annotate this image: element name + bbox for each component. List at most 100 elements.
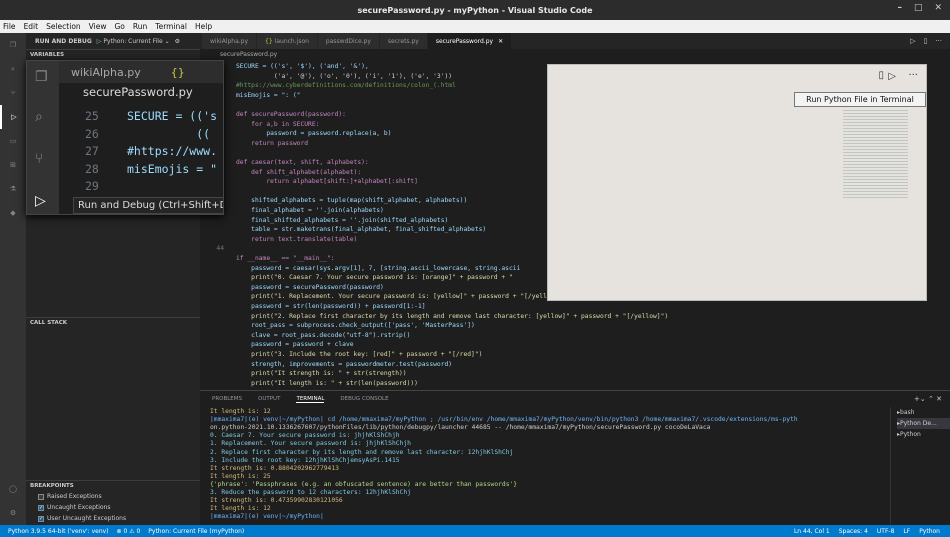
menu-selection[interactable]: Selection (46, 22, 81, 31)
explorer-icon[interactable]: ❐ (0, 33, 26, 57)
checkbox[interactable]: ✓ (38, 504, 44, 511)
zoom-line-number: 25 (85, 109, 99, 123)
tab-label: passwdDice.py (325, 37, 371, 45)
terminal-bash[interactable]: ▸ bash (897, 407, 950, 418)
terminal-line: It length is: 25 (210, 472, 271, 480)
tab-securepassword[interactable]: securePassword.py ✕ (427, 33, 513, 49)
breakpoints-section[interactable]: BREAKPOINTS (26, 480, 200, 491)
run-debug-icon[interactable]: ▷ (0, 105, 26, 129)
debug-config-select[interactable]: Python: Current File (103, 38, 162, 45)
zoom-inset: wikiAlpha.py{} securePassword.py 25 SECUR… (26, 60, 224, 215)
close-icon[interactable]: ✕ (498, 38, 503, 45)
variables-section[interactable]: VARIABLES (26, 49, 200, 60)
status-encoding[interactable]: UTF-8 (877, 528, 895, 535)
tab-wikialpha[interactable]: wikiAlpha.py (202, 33, 258, 49)
terminal-line: It strength is: 0.8804202962779413 (210, 464, 339, 472)
code-line: shifted_alphabets = tuple(map(shift_alph… (236, 197, 468, 205)
search-icon[interactable]: ⌕ (0, 57, 26, 81)
bp-raised-exceptions[interactable]: Raised Exceptions (26, 491, 200, 502)
code-line: print("1. Replacement. Your secure passw… (236, 293, 566, 301)
start-debug-icon[interactable]: ▷ (97, 38, 102, 45)
tab-passwddice[interactable]: passwdDice.py (317, 33, 380, 49)
minimize-icon[interactable]: – (897, 3, 902, 13)
terminal-line: 3. Include the root key: 12hjhKlShChjems… (210, 456, 400, 464)
terminal-name: bash (900, 409, 915, 416)
tab-problems[interactable]: PROBLEMS (212, 396, 242, 402)
menu-help[interactable]: Help (195, 22, 212, 31)
close-panel-icon[interactable]: ✕ (936, 395, 942, 403)
call-stack-section[interactable]: CALL STACK (26, 317, 200, 328)
testing-icon[interactable]: ⚗ (0, 177, 26, 201)
zoom-line-number: 27 (85, 144, 99, 158)
code-line: print("It length is: " + str(len(passwor… (236, 379, 418, 387)
tab-terminal[interactable]: TERMINAL (296, 396, 325, 403)
code-line: def shift_alphabet(alphabet): (236, 168, 362, 176)
chevron-down-icon[interactable]: ⌄ (165, 38, 170, 45)
line-number: 44 (216, 245, 224, 253)
docker-icon[interactable]: ◆ (0, 201, 26, 225)
source-control-icon[interactable]: ⑂ (0, 81, 26, 105)
split-editor-icon[interactable]: ▯ (923, 37, 927, 45)
run-python-tooltip: Run Python File in Terminal (794, 92, 926, 107)
status-indent[interactable]: Spaces: 4 (839, 528, 868, 535)
debug-toolbar: RUN AND DEBUG ▷ Python: Current File ⌄ ⚙ (26, 33, 200, 49)
gear-icon[interactable]: ⚙ (175, 38, 180, 45)
run-icon[interactable]: ▷ (888, 71, 896, 82)
status-eol[interactable]: LF (903, 528, 910, 535)
account-icon[interactable]: ◯ (0, 477, 26, 501)
split-editor-icon[interactable]: ▯ (878, 70, 884, 81)
terminal-python[interactable]: ▸ Python (897, 429, 950, 440)
menu-edit[interactable]: Edit (24, 22, 39, 31)
code-line: return password (236, 139, 309, 147)
add-terminal-icon[interactable]: +⌄ (914, 395, 926, 403)
status-debug-config[interactable]: Python: Current File (myPython) (148, 528, 244, 535)
more-icon[interactable]: ··· (935, 37, 942, 45)
tab-output[interactable]: OUTPUT (258, 396, 280, 402)
window-title: securePassword.py - myPython - Visual St… (357, 5, 593, 15)
tab-debug-console[interactable]: DEBUG CONSOLE (340, 396, 388, 402)
code-line: final_shifted_alphabets = ''.join(shifte… (236, 216, 449, 224)
terminal-line: It length is: 12 (210, 408, 271, 415)
call-stack-label: CALL STACK (30, 320, 68, 326)
zoom-code-text: misEmojis = " (127, 161, 218, 176)
tab-launch[interactable]: {} launch.json (257, 33, 318, 49)
json-icon: {} (265, 37, 273, 45)
code-line: password = securePassword(password) (236, 283, 384, 291)
menu-run[interactable]: Run (133, 22, 147, 31)
run-icon[interactable]: ▷ (910, 37, 915, 45)
status-cursor[interactable]: Ln 44, Col 1 (794, 528, 830, 535)
code-line: return text.translate(table) (236, 235, 358, 243)
breakpoints-label: BREAKPOINTS (30, 483, 74, 489)
status-language[interactable]: Python (919, 528, 940, 535)
status-problems[interactable]: ⊗ 0 ⚠ 0 (117, 528, 141, 535)
terminal-line: |mmaxima7|(e) venv|~/myPython| (210, 513, 328, 521)
checkbox[interactable] (38, 493, 44, 500)
code-line: final_alphabet = ''.join(alphabets) (236, 207, 384, 214)
maximize-panel-icon[interactable]: ⌃ (928, 395, 934, 403)
breadcrumb-file[interactable]: securePassword.py (220, 51, 277, 58)
code-line: print("2. Replace first character by its… (236, 312, 669, 320)
tab-label: secrets.py (387, 37, 419, 45)
maximize-icon[interactable]: □ (914, 3, 923, 13)
gear-icon[interactable]: ⚙ (0, 501, 26, 525)
menu-view[interactable]: View (89, 22, 107, 31)
code-line: password = caesar(sys.argv[1], 7, [strin… (236, 264, 521, 272)
extensions-icon[interactable]: ⊞ (0, 153, 26, 177)
zoom-code-text: (( (127, 126, 211, 141)
bp-label: Uncaught Exceptions (47, 504, 111, 511)
checkbox[interactable]: ✓ (38, 515, 44, 522)
menu-file[interactable]: File (3, 22, 16, 31)
bp-uncaught-exceptions[interactable]: ✓ Uncaught Exceptions (26, 502, 200, 513)
tab-secrets[interactable]: secrets.py (379, 33, 428, 49)
bp-user-uncaught-exceptions[interactable]: ✓ User Uncaught Exceptions (26, 513, 200, 524)
remote-explorer-icon[interactable]: ▭ (0, 129, 26, 153)
code-line: password = str(len(password)) + password… (236, 303, 426, 310)
menu-terminal[interactable]: Terminal (155, 22, 187, 31)
code-line: clave = root_pass.decode("utf-8").rstrip… (236, 331, 411, 339)
more-icon[interactable]: ··· (908, 70, 918, 81)
editor-tabs: wikiAlpha.py {} launch.json passwdDice.py… (200, 33, 950, 49)
close-icon[interactable]: ✕ (934, 3, 942, 13)
menu-go[interactable]: Go (114, 22, 124, 31)
status-interpreter[interactable]: Python 3.9.5 64-bit ('venv': venv) (8, 528, 109, 535)
terminal-python-debug[interactable]: ▸ Python De... (897, 418, 950, 429)
